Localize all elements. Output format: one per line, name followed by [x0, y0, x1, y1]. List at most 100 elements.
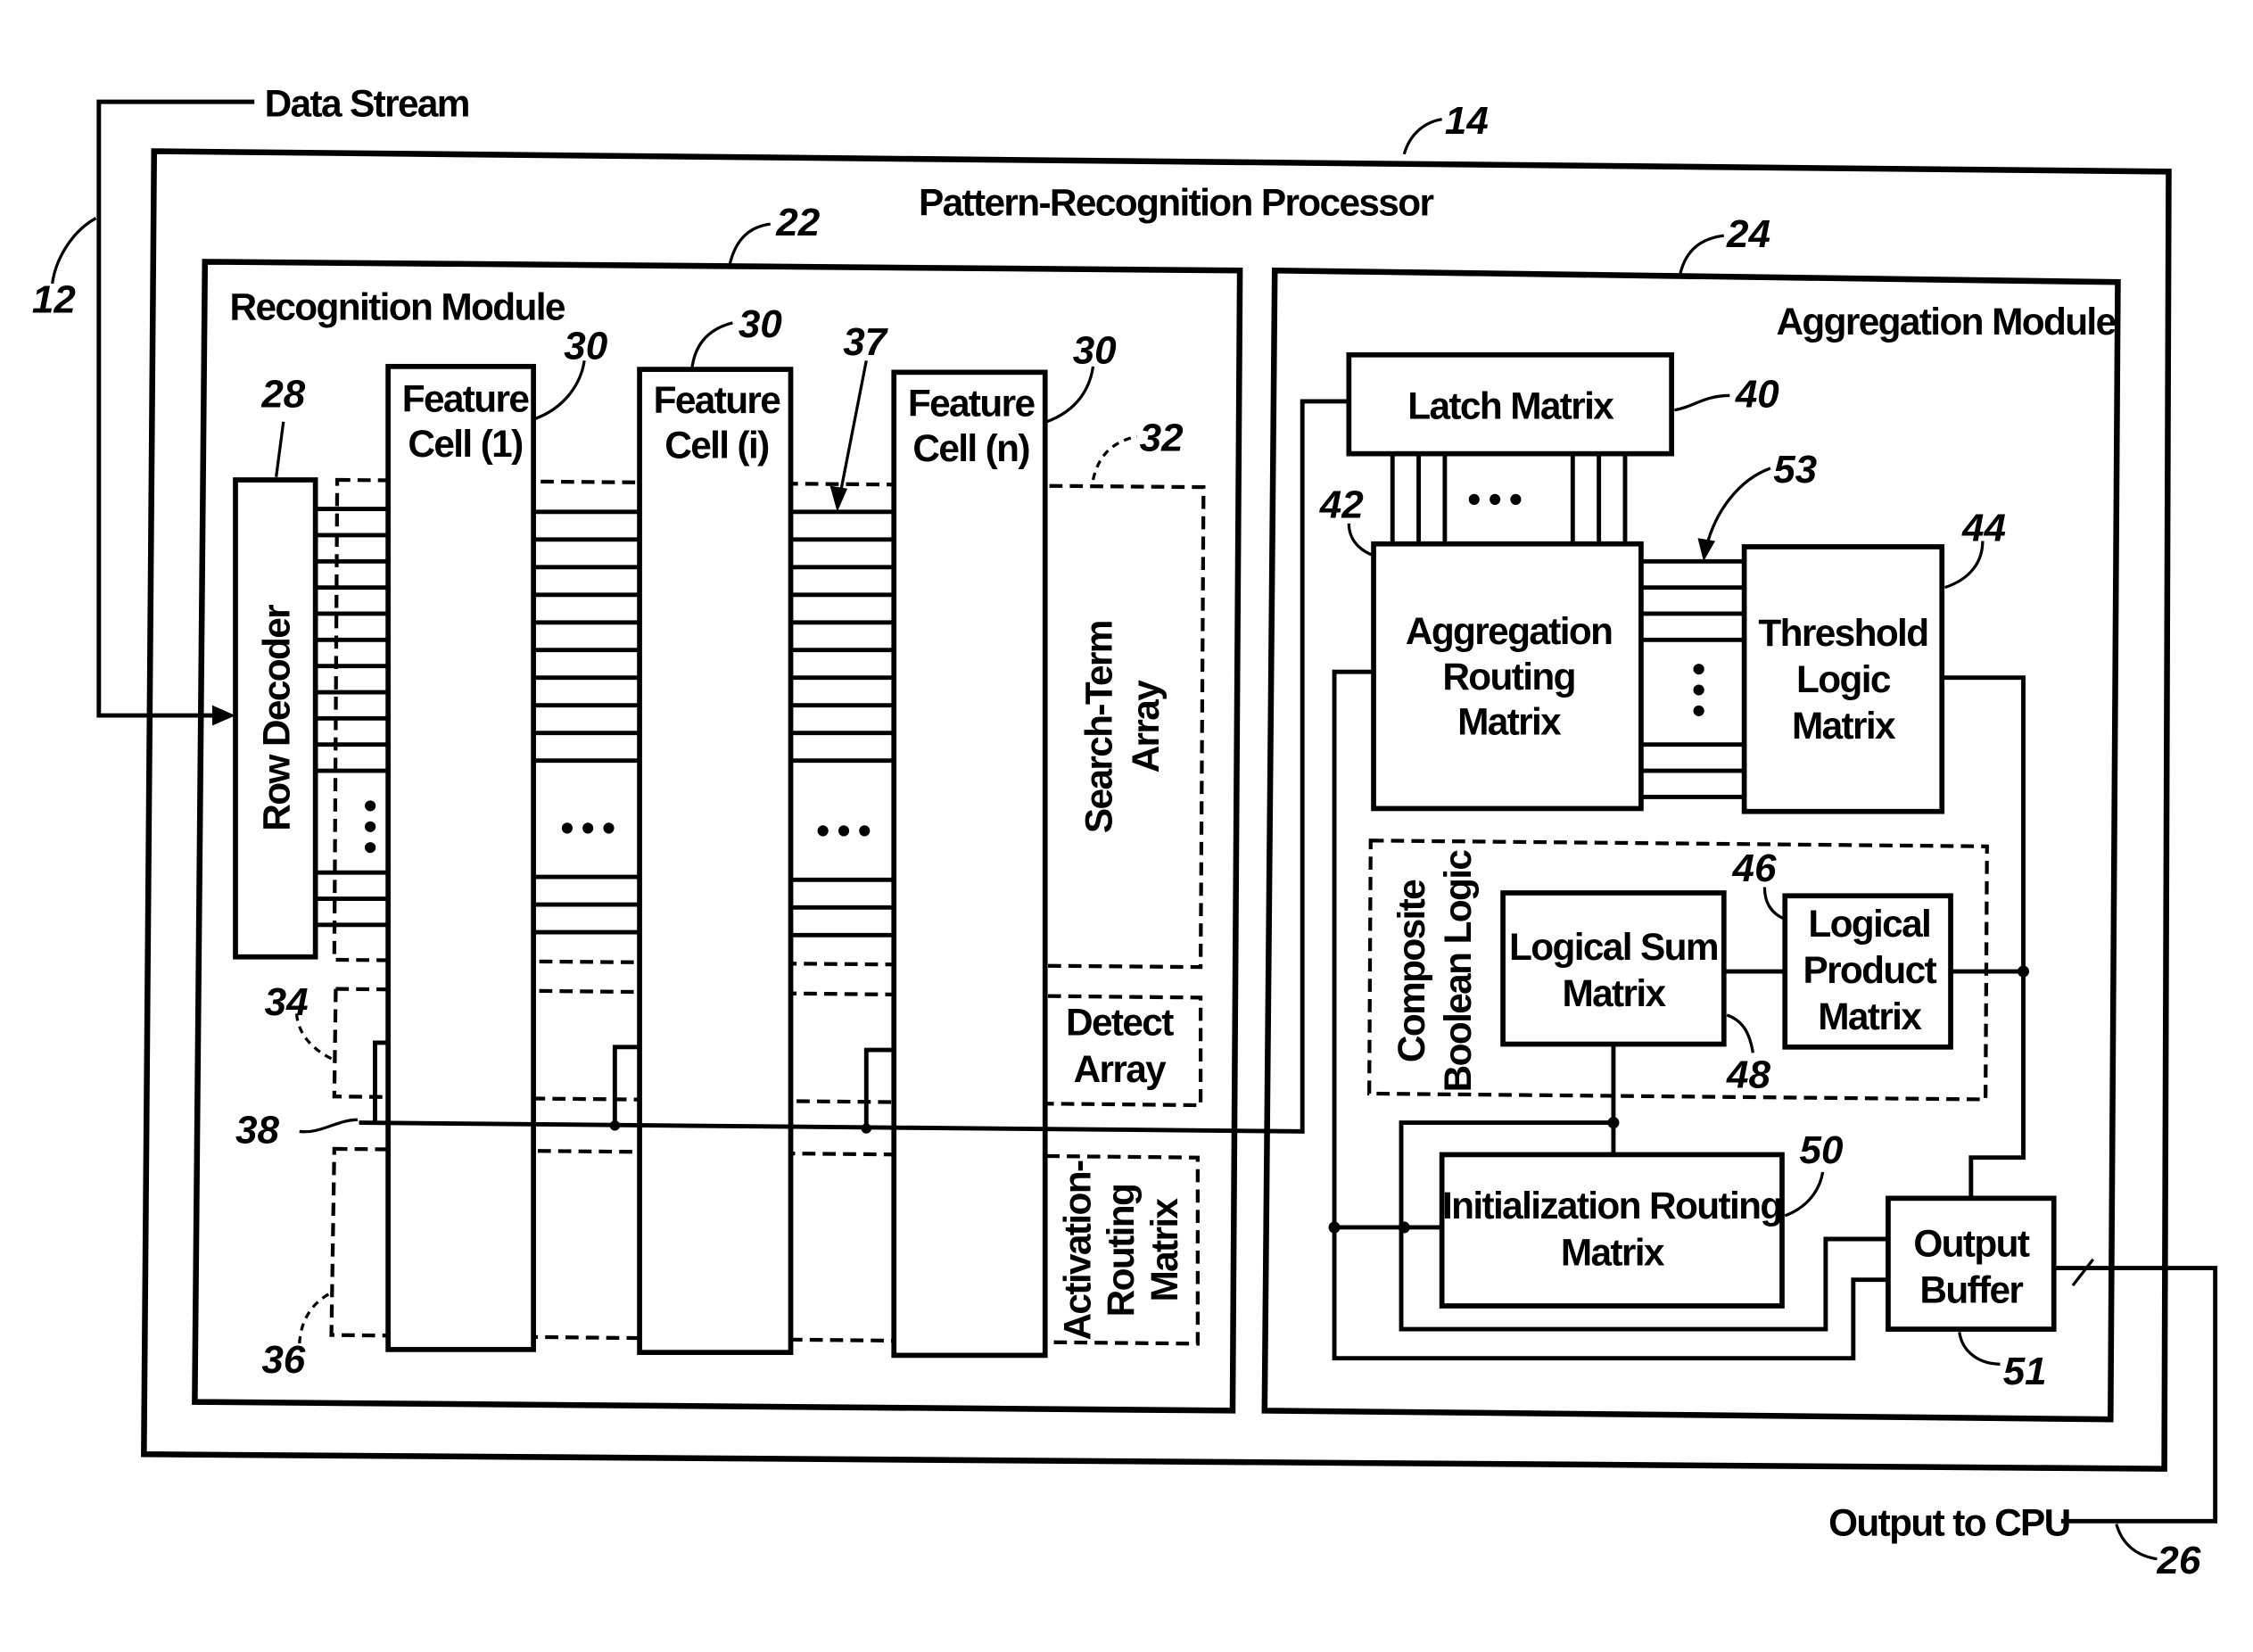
feature-cell-1	[385, 363, 536, 1352]
logical-product-matrix-label-2: Product	[1803, 949, 1936, 991]
feature-cell-1-label-2: Cell (1)	[408, 423, 522, 465]
ellipsis-celli-celln: • • •	[816, 810, 871, 852]
svg-text:Boolean Logic: Boolean Logic	[1437, 850, 1479, 1093]
threshold-logic-matrix-label-2: Logic	[1796, 658, 1891, 700]
svg-text:Composite: Composite	[1391, 880, 1432, 1062]
ref-36: 36	[261, 1338, 305, 1382]
ref-30-cell-n: 30	[1073, 329, 1117, 373]
ref-38: 38	[235, 1108, 279, 1152]
ref-46-leader	[1762, 887, 1786, 921]
ref-53-leader	[1704, 467, 1771, 548]
ref-48-leader	[1726, 1013, 1754, 1053]
data-stream-label: Data Stream	[265, 82, 469, 124]
svg-text:Search-Term: Search-Term	[1078, 621, 1120, 833]
junction-dot	[1398, 1221, 1410, 1234]
ref-53: 53	[1773, 448, 1817, 491]
output-line	[2053, 1266, 2218, 1524]
aggregation-module: Aggregation Module 24 Latch Matrix 40 • …	[1261, 212, 2121, 1423]
feature-cell-i	[637, 367, 794, 1356]
ellipsis-bus: • • •	[1678, 663, 1720, 717]
ref-30-leader-i	[690, 321, 733, 370]
detect-tap-n	[863, 1047, 895, 1129]
ref-32-leader	[1091, 434, 1137, 481]
junction-dot	[609, 1120, 621, 1131]
output-to-cpu-label: Output to CPU	[1828, 1502, 2070, 1544]
ref-30-cell-1: 30	[564, 325, 607, 368]
ellipsis-latch: • • •	[1467, 478, 1522, 520]
ref-50: 50	[1800, 1128, 1844, 1172]
aggregation-module-title: Aggregation Module	[1776, 301, 2116, 343]
logical-product-matrix-label-3: Matrix	[1818, 995, 1922, 1037]
aggregation-routing-matrix-label-1: Aggregation	[1406, 610, 1612, 652]
initialization-routing-matrix-label-1: Initialization Routing	[1442, 1185, 1782, 1227]
ref-30-cell-i: 30	[739, 302, 782, 346]
ellipsis-cell1-celli: • • •	[560, 806, 615, 848]
ref-37-leader	[838, 359, 868, 495]
ref-30-leader-n	[1045, 366, 1095, 424]
junction-dot	[1328, 1221, 1341, 1234]
ref-30-leader-1	[534, 360, 586, 421]
ref-53-arrow-icon	[1697, 538, 1716, 562]
feature-cell-n-label-2: Cell (n)	[912, 427, 1028, 469]
feature-cell-n	[891, 369, 1048, 1359]
threshold-logic-matrix-label-3: Matrix	[1792, 705, 1896, 747]
svg-text:Matrix: Matrix	[1143, 1197, 1185, 1301]
ref-34: 34	[265, 980, 309, 1024]
ref-28: 28	[260, 372, 305, 416]
ref-24-leader	[1679, 234, 1725, 274]
ref-26-leader	[2115, 1524, 2158, 1561]
ref-51: 51	[2003, 1350, 2047, 1393]
initialization-routing-matrix-label-2: Matrix	[1561, 1231, 1665, 1273]
ref-14: 14	[1445, 99, 1489, 143]
feature-cell-i-label-1: Feature	[654, 379, 781, 421]
row-lines-decoder	[315, 507, 389, 928]
logical-product-matrix-label-1: Logical	[1808, 903, 1930, 945]
junction-dot	[861, 1123, 871, 1134]
recognition-module-title: Recognition Module	[229, 286, 565, 328]
ellipsis-row-decoder: • • •	[350, 799, 392, 854]
ref-22-leader	[728, 222, 771, 266]
ref-28-leader	[275, 421, 285, 477]
composite-boolean-logic-label: Composite Boolean Logic	[1391, 850, 1479, 1093]
ref-38-leader	[299, 1118, 358, 1134]
aggregation-routing-matrix-label-2: Routing	[1442, 656, 1575, 698]
ref-44: 44	[1961, 506, 2006, 549]
output-buffer-label-2: Buffer	[1919, 1269, 2023, 1311]
data-stream-line	[96, 99, 255, 718]
ref-42: 42	[1319, 483, 1364, 526]
ref-42-leader	[1347, 523, 1374, 558]
feature-cell-n-label-1: Feature	[908, 382, 1036, 424]
svg-text:Activation-: Activation-	[1056, 1161, 1098, 1341]
row-lines-cell1-celli	[533, 509, 640, 935]
initialization-routing-matrix	[1439, 1152, 1785, 1309]
detect-array-label-2: Array	[1074, 1048, 1168, 1090]
feature-cell-1-label-1: Feature	[402, 377, 530, 419]
bus-slash-icon	[2071, 1258, 2095, 1287]
row-decoder-label: Row Decoder	[255, 605, 297, 831]
ref-37-arrow-icon	[829, 485, 848, 512]
ref-40: 40	[1735, 372, 1779, 416]
ref-37: 37	[843, 320, 888, 364]
ref-40-leader	[1674, 393, 1730, 412]
pattern-recognition-diagram: Data Stream 12 Pattern-Recognition Proce…	[32, 82, 2218, 1582]
latch-matrix-label: Latch Matrix	[1407, 385, 1614, 427]
logical-sum-matrix	[1500, 890, 1727, 1047]
row-lines-celli-celln	[790, 509, 895, 938]
aggregation-routing-matrix-label-3: Matrix	[1457, 700, 1562, 742]
output-buffer-label-1: Output	[1913, 1223, 2030, 1265]
ref-48: 48	[1726, 1053, 1770, 1096]
svg-text:Array: Array	[1125, 680, 1167, 773]
recognition-module: Recognition Module 22 Search-Term Array …	[192, 201, 1349, 1414]
ref-12: 12	[32, 278, 76, 322]
ref-24: 24	[1726, 212, 1770, 256]
ref-22: 22	[775, 201, 820, 244]
activation-routing-matrix-label: Activation- Routing Matrix	[1056, 1161, 1185, 1341]
search-term-array-label: Search-Term Array	[1078, 621, 1167, 833]
feature-cell-i-label-2: Cell (i)	[664, 425, 768, 467]
data-stream-arrow-icon	[211, 705, 236, 726]
logical-sum-matrix-label-2: Matrix	[1562, 972, 1666, 1014]
threshold-to-buffer-wire	[1942, 675, 2026, 1199]
ref-32: 32	[1140, 416, 1184, 459]
detect-array-label-1: Detect	[1066, 1002, 1174, 1044]
ref-50-leader	[1784, 1171, 1825, 1218]
